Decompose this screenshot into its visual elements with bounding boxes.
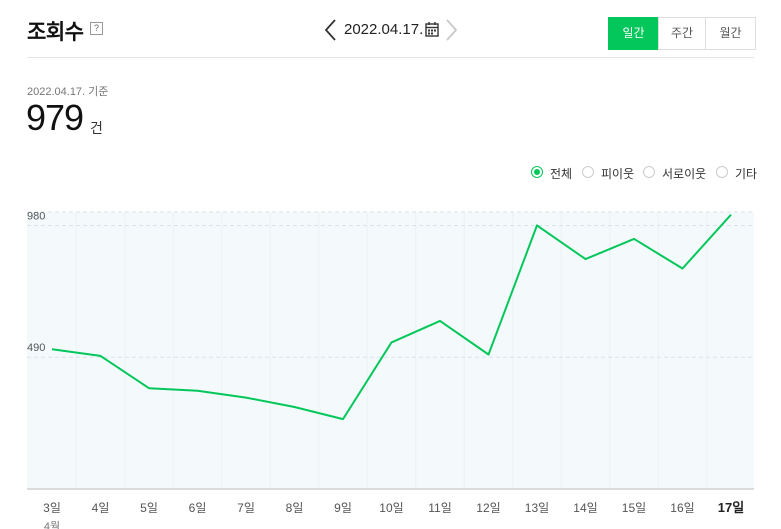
x-tick-label: 4일	[92, 501, 110, 515]
x-tick-label: 14일	[573, 501, 597, 515]
x-tick-label: 13일	[525, 501, 549, 515]
x-tick-label: 17일	[718, 500, 744, 515]
x-month-label: 4월	[44, 520, 60, 529]
x-tick-label: 12일	[476, 501, 500, 515]
x-tick-label: 10일	[379, 501, 403, 515]
x-tick-label: 6일	[189, 501, 207, 515]
views-line-chart: 490 980 3일 4일 5일 6일 7일 8일 9일 10일 11일 12일 13일 14일 15일 16…	[27, 210, 754, 529]
x-tick-label: 5일	[140, 501, 158, 515]
x-tick-label: 8일	[286, 501, 304, 515]
x-tick-label: 9일	[334, 501, 352, 515]
plot-area	[27, 212, 754, 489]
x-tick-label: 15일	[622, 501, 646, 515]
y-tick-label: 980	[27, 210, 45, 222]
y-tick-label: 490	[27, 342, 45, 354]
x-tick-label: 11일	[428, 501, 452, 515]
x-tick-label: 7일	[237, 501, 255, 515]
x-tick-label: 16일	[670, 501, 694, 515]
x-tick-label: 3일	[43, 501, 61, 515]
